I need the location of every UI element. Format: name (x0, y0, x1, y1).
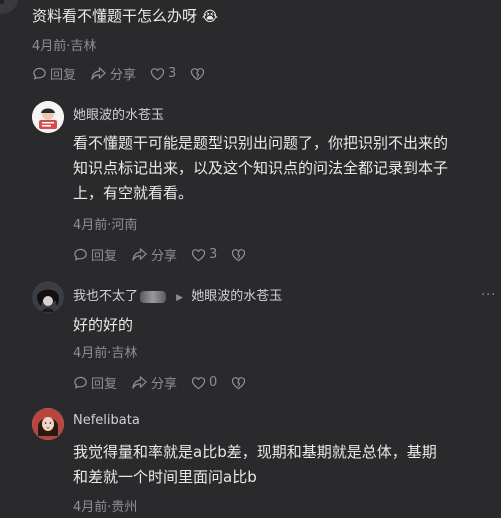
like-button[interactable]: 0 (191, 375, 217, 390)
comment-meta: 4月前·吉林 (32, 39, 97, 54)
heart-icon (150, 67, 165, 80)
like-count: 0 (209, 375, 218, 390)
comment-meta: 4月前·吉林 (73, 346, 138, 361)
comment-author-line: 我也不太了 ▶ 她眼波的水苍玉 (73, 285, 282, 304)
share-icon (91, 67, 106, 80)
comment-content: 看不懂题干可能是题型识别出问题了，你把识别不出来的 知识点标记出来，以及这个知识… (73, 131, 498, 206)
reply-arrow-icon: ▶ (176, 293, 184, 303)
avatar[interactable] (32, 281, 64, 313)
broken-heart-icon (191, 67, 205, 80)
heart-icon (191, 376, 206, 389)
avatar[interactable] (32, 408, 64, 440)
reply-icon (74, 248, 87, 261)
comment-author[interactable]: Nefelibata (73, 413, 140, 428)
like-button[interactable]: 3 (150, 66, 176, 81)
reply-label: 回复 (91, 377, 118, 392)
comment-meta: 4月前·河南 (73, 218, 138, 233)
share-icon (132, 248, 147, 261)
like-button[interactable]: 3 (191, 247, 217, 262)
avatar[interactable] (32, 101, 64, 133)
share-icon (132, 376, 147, 389)
blurred-text (140, 290, 167, 303)
broken-heart-icon (232, 248, 246, 261)
share-label: 分享 (151, 249, 178, 264)
reply-label: 回复 (91, 249, 118, 264)
comment-actions: 回复 分享 3 (73, 245, 263, 264)
dislike-button[interactable] (190, 67, 208, 81)
share-button[interactable]: 分享 (131, 373, 177, 392)
avatar-partial[interactable] (0, 0, 18, 14)
comment-text-line: 上，有空就看看。 (73, 184, 194, 202)
avatar-image (32, 101, 64, 133)
reply-button[interactable]: 回复 (32, 64, 76, 83)
like-count: 3 (209, 247, 218, 262)
reply-label: 回复 (50, 68, 77, 83)
comment-actions: 回复 分享 3 (32, 64, 222, 83)
share-button[interactable]: 分享 (131, 245, 177, 264)
share-button[interactable]: 分享 (90, 64, 136, 83)
reply-button[interactable]: 回复 (73, 373, 117, 392)
heart-icon (191, 248, 206, 261)
comment-text-line: 我觉得量和率就是a比b差，现期和基期就是总体，基期 (73, 443, 437, 461)
reply-icon (74, 376, 87, 389)
avatar-image (32, 281, 64, 313)
dislike-button[interactable] (231, 376, 249, 390)
comment-actions: 回复 分享 0 (73, 373, 263, 392)
comment-text: 资料看不懂题干怎么办呀 (32, 7, 198, 25)
comment-text-line: 和差就一个时间里面问a比b (73, 468, 257, 486)
comment-author[interactable]: 我也不太了 (73, 289, 138, 304)
reply-icon (33, 67, 46, 80)
share-label: 分享 (151, 377, 178, 392)
avatar-image (32, 408, 64, 440)
comment-content: 资料看不懂题干怎么办呀 😭 (32, 4, 218, 30)
more-options-button[interactable]: ··· (481, 288, 496, 303)
like-count: 3 (168, 66, 177, 81)
comment-content: 我觉得量和率就是a比b差，现期和基期就是总体，基期 和差就一个时间里面问a比b (73, 440, 498, 490)
dislike-button[interactable] (231, 248, 249, 262)
comment-content: 好的好的 (73, 316, 134, 334)
reply-button[interactable]: 回复 (73, 245, 117, 264)
reply-to-author[interactable]: 她眼波的水苍玉 (191, 289, 282, 304)
comment-text-line: 知识点标记出来，以及这个知识点的问法全都记录到本子 (73, 159, 449, 177)
comment-meta: 4月前·贵州 (73, 500, 138, 515)
broken-heart-icon (232, 376, 246, 389)
comment-author[interactable]: 她眼波的水苍玉 (73, 104, 164, 123)
comment-text-line: 看不懂题干可能是题型识别出问题了，你把识别不出来的 (73, 134, 449, 152)
crying-emoji-icon: 😭 (201, 9, 219, 25)
share-label: 分享 (110, 68, 137, 83)
